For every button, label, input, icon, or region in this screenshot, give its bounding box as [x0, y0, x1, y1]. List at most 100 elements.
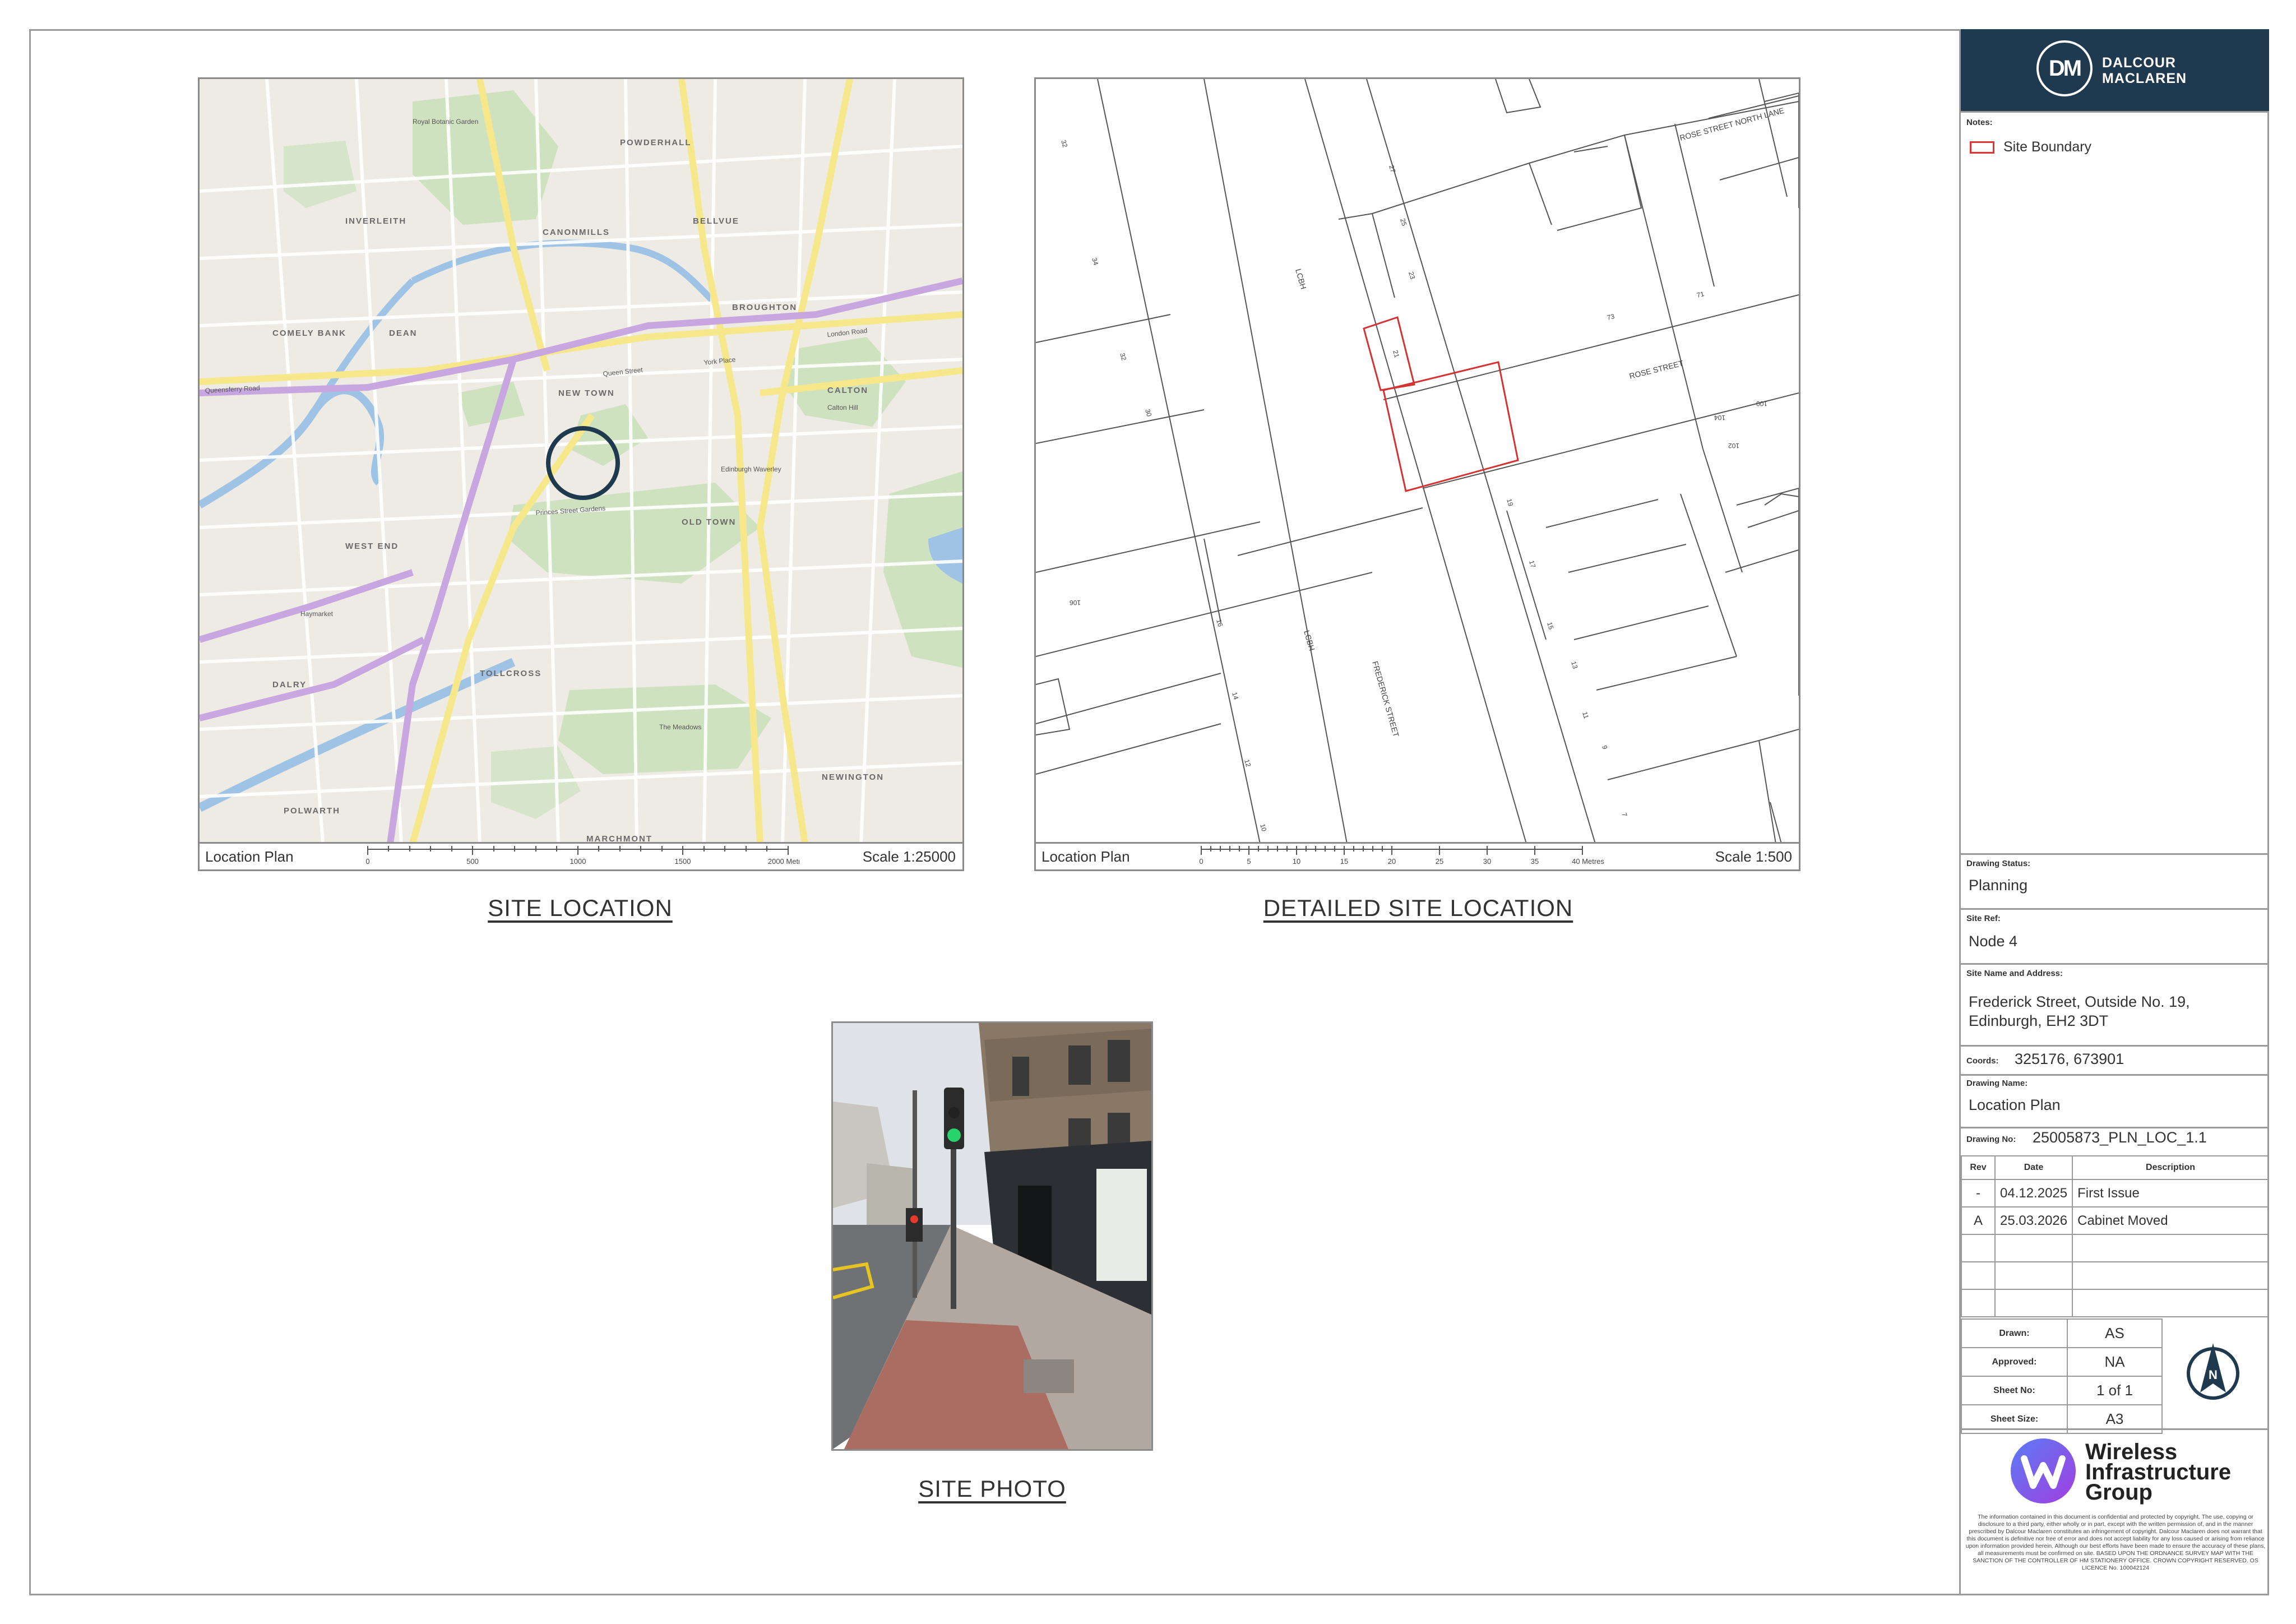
- svg-text:20: 20: [1388, 857, 1396, 866]
- svg-text:21: 21: [1391, 349, 1401, 359]
- drawing-no-label: Drawing No:: [1966, 1135, 2016, 1144]
- approved-label: Approved:: [1961, 1347, 2068, 1377]
- drawn-label: Drawn:: [1961, 1318, 2068, 1348]
- company-header: DM DALCOUR MACLAREN: [1961, 29, 2269, 111]
- svg-text:The Meadows: The Meadows: [659, 723, 701, 731]
- svg-text:1500: 1500: [675, 857, 691, 866]
- map-footer-label: Location Plan: [205, 848, 294, 865]
- svg-text:1000: 1000: [570, 857, 586, 866]
- svg-text:13: 13: [1570, 660, 1579, 670]
- svg-text:40 Metres: 40 Metres: [1572, 857, 1604, 866]
- svg-text:TOLLCROSS: TOLLCROSS: [480, 669, 541, 678]
- svg-text:2000 Metres: 2000 Metres: [768, 857, 799, 866]
- site-boundary-legend-label: Site Boundary: [2003, 139, 2092, 155]
- svg-text:10: 10: [1258, 823, 1268, 832]
- svg-text:NEWINGTON: NEWINGTON: [822, 772, 884, 782]
- site-location-panel: POWDERHALL INVERLEITH CANONMILLS BELLVUE…: [198, 77, 964, 871]
- svg-text:34: 34: [1090, 257, 1100, 266]
- revision-table: Rev Date Description - 04.12.2025 First …: [1961, 1155, 2269, 1317]
- svg-text:CANONMILLS: CANONMILLS: [543, 228, 610, 237]
- svg-text:CALTON: CALTON: [827, 386, 868, 395]
- drawn-value: AS: [2067, 1318, 2163, 1348]
- site-name-label: Site Name and Address:: [1966, 969, 2063, 978]
- company-name: DALCOUR MACLAREN: [2102, 55, 2187, 86]
- svg-text:London Road: London Road: [827, 327, 868, 339]
- revision-row: - 04.12.2025 First Issue: [1961, 1179, 2269, 1207]
- notes-label: Notes:: [1966, 118, 1993, 127]
- svg-text:Queen Street: Queen Street: [603, 366, 644, 378]
- site-address: Frederick Street, Outside No. 19, Edinbu…: [1969, 993, 2190, 1029]
- map-scale-text: Scale 1:25000: [862, 848, 956, 865]
- sheet-no-label: Sheet No:: [1961, 1376, 2068, 1405]
- overview-map[interactable]: POWDERHALL INVERLEITH CANONMILLS BELLVUE…: [200, 79, 962, 844]
- svg-text:25: 25: [1399, 218, 1408, 227]
- svg-text:16: 16: [1215, 618, 1224, 628]
- detailed-location-footer: Location Plan 0 5 10 15 20 25 30 35 40 M…: [1036, 842, 1799, 869]
- map-footer-label: Location Plan: [1041, 848, 1130, 865]
- svg-text:Edinburgh Waverley: Edinburgh Waverley: [721, 465, 781, 473]
- coords-label: Coords:: [1966, 1056, 1999, 1066]
- svg-text:32: 32: [1059, 139, 1069, 149]
- rev-header: Rev: [1961, 1155, 1996, 1180]
- svg-text:14: 14: [1230, 691, 1240, 701]
- wig-wordmark: Wireless Infrastructure Group: [2085, 1440, 2232, 1505]
- drawing-name-value: Location Plan: [1969, 1096, 2061, 1113]
- svg-text:19: 19: [1505, 498, 1515, 507]
- map-scale-text: Scale 1:500: [1715, 848, 1792, 865]
- svg-text:15: 15: [1545, 621, 1555, 631]
- svg-text:102: 102: [1728, 442, 1739, 450]
- svg-text:NEW TOWN: NEW TOWN: [558, 388, 615, 398]
- description-header: Description: [2072, 1155, 2269, 1180]
- svg-text:7: 7: [1620, 812, 1628, 818]
- svg-text:Calton Hill: Calton Hill: [827, 404, 858, 411]
- site-ref-label: Site Ref:: [1966, 914, 2001, 923]
- title-block: DM DALCOUR MACLAREN Notes: Site Boundary…: [1959, 29, 2269, 1595]
- svg-text:10: 10: [1293, 857, 1300, 866]
- svg-text:500: 500: [466, 857, 479, 866]
- svg-text:27: 27: [1387, 164, 1397, 174]
- date-header: Date: [1994, 1155, 2073, 1180]
- site-location-footer: Location Plan 0 500 1000 1500 2000 Metre…: [200, 842, 962, 869]
- svg-text:WEST END: WEST END: [345, 542, 399, 551]
- svg-text:71: 71: [1696, 290, 1705, 299]
- copyright-disclaimer: The information contained in this docume…: [1965, 1514, 2266, 1571]
- svg-text:POLWARTH: POLWARTH: [284, 806, 340, 816]
- detailed-map[interactable]: ROSE STREET NORTH LANE ROSE STREET FREDE…: [1036, 79, 1799, 844]
- north-arrow-icon: N: [2187, 1343, 2239, 1400]
- detailed-location-panel: ROSE STREET NORTH LANE ROSE STREET FREDE…: [1034, 77, 1800, 871]
- drawing-no-value: 25005873_PLN_LOC_1.1: [2033, 1129, 2207, 1146]
- svg-text:ROSE STREET: ROSE STREET: [1628, 358, 1684, 381]
- site-ref-value: Node 4: [1969, 933, 2018, 950]
- site-photo[interactable]: [831, 1021, 1153, 1451]
- svg-text:25: 25: [1436, 857, 1443, 866]
- svg-text:OLD TOWN: OLD TOWN: [682, 517, 736, 527]
- svg-text:DALRY: DALRY: [272, 680, 307, 690]
- revision-row: A 25.03.2026 Cabinet Moved: [1961, 1206, 2269, 1235]
- site-photo-graphic: [833, 1023, 1151, 1449]
- sheet-no-value: 1 of 1: [2067, 1376, 2163, 1405]
- svg-text:BELLVUE: BELLVUE: [693, 216, 739, 226]
- svg-text:104: 104: [1714, 414, 1725, 422]
- svg-text:LCBH: LCBH: [1302, 629, 1317, 651]
- svg-text:30: 30: [1483, 857, 1491, 866]
- detailed-scalebar: 0 5 10 15 20 25 30 35 40 Metres: [1199, 846, 1604, 866]
- site-boundary-outline: [1363, 316, 1519, 492]
- svg-text:DEAN: DEAN: [389, 328, 418, 338]
- detailed-location-title: DETAILED SITE LOCATION: [1263, 895, 1573, 921]
- svg-text:INVERLEITH: INVERLEITH: [345, 216, 406, 226]
- svg-text:COMELY BANK: COMELY BANK: [272, 328, 346, 338]
- overview-map-graphic: POWDERHALL INVERLEITH CANONMILLS BELLVUE…: [200, 79, 962, 844]
- drawing-name-label: Drawing Name:: [1966, 1079, 2028, 1088]
- svg-text:106: 106: [1070, 599, 1081, 607]
- wig-logo-icon: [2011, 1438, 2076, 1503]
- svg-text:32: 32: [1118, 352, 1128, 362]
- svg-text:15: 15: [1340, 857, 1348, 866]
- svg-text:5: 5: [1247, 857, 1251, 866]
- coords-value: 325176, 673901: [2015, 1051, 2124, 1067]
- svg-text:9: 9: [1600, 744, 1609, 751]
- approval-table: Drawn: AS Approved: NA Sheet No: 1 of 1 She…: [1961, 1318, 2163, 1434]
- overview-scalebar: 0 500 1000 1500 2000 Metres: [365, 846, 799, 866]
- svg-text:York Place: York Place: [703, 355, 736, 367]
- drawing-status-label: Drawing Status:: [1966, 859, 2031, 868]
- svg-text:73: 73: [1606, 312, 1615, 322]
